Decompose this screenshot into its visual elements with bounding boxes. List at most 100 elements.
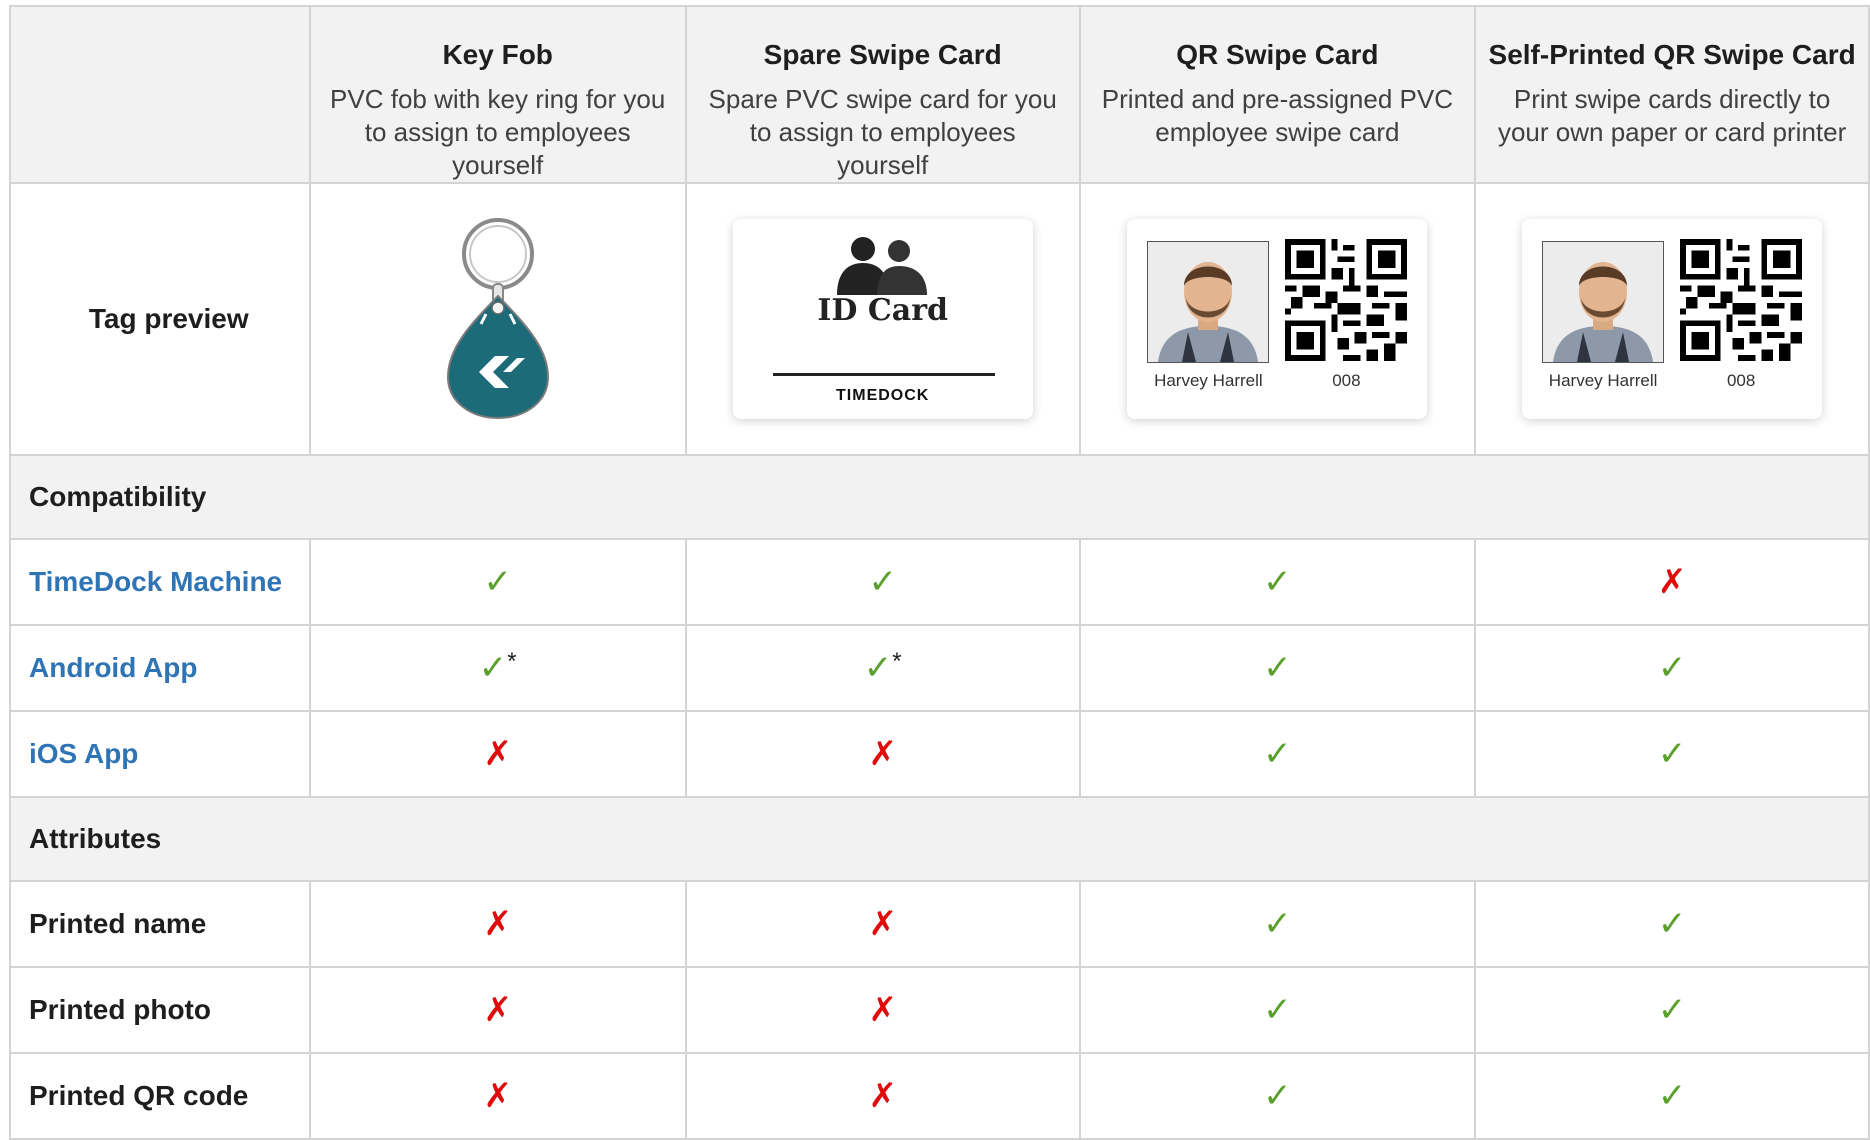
column-description: Printed and pre-assigned PVC employee sw… xyxy=(1101,84,1453,147)
column-qr-swipe-card: QR Swipe Card Printed and pre-assigned P… xyxy=(1078,5,1477,184)
check-icon: ✓ xyxy=(1263,991,1292,1029)
check-icon: ✓ xyxy=(1263,563,1292,601)
cell: ✗ xyxy=(684,1052,1081,1140)
qr-card-preview: Harvey Harrell 008 xyxy=(1078,182,1477,456)
self-printed-card-preview: Harvey Harrell 008 xyxy=(1474,182,1870,456)
key-fob-preview xyxy=(308,182,687,456)
check-icon: ✓ xyxy=(1657,991,1687,1029)
section-heading-attributes: Attributes xyxy=(9,796,1870,882)
link-ios-app[interactable]: iOS App xyxy=(9,710,311,798)
header-row: Key Fob PVC fob with key ring for you to… xyxy=(9,5,1870,184)
cross-icon: ✗ xyxy=(868,735,897,773)
column-title: Key Fob xyxy=(442,39,553,70)
cell: ✗ xyxy=(1474,538,1870,626)
cross-icon: ✗ xyxy=(483,905,512,943)
row-label-tag-preview: Tag preview xyxy=(9,182,311,456)
cross-icon: ✗ xyxy=(483,991,512,1029)
link-android-app[interactable]: Android App xyxy=(9,624,311,712)
compat-row-timedock-machine: TimeDock Machine ✓ ✓ ✓ ✗ xyxy=(9,538,1870,626)
check-icon: ✓ xyxy=(868,563,897,601)
timedock-logo: TIMEDOCK xyxy=(836,387,930,404)
card-employee-number: 008 xyxy=(1726,371,1756,390)
check-icon: ✓ xyxy=(1657,905,1687,943)
link-timedock-machine[interactable]: TimeDock Machine xyxy=(9,538,311,626)
section-row-compatibility: Compatibility xyxy=(9,454,1870,540)
cell: ✗ xyxy=(684,966,1081,1054)
column-self-printed-qr-card: Self-Printed QR Swipe Card Print swipe c… xyxy=(1474,5,1870,184)
qr-code xyxy=(1285,239,1408,361)
cell: ✗ xyxy=(684,710,1081,798)
people-icon xyxy=(836,237,927,295)
header-corner xyxy=(9,5,311,184)
cross-icon: ✗ xyxy=(868,905,897,943)
column-description: PVC fob with key ring for you to assign … xyxy=(330,84,666,180)
comparison-table: Key Fob PVC fob with key ring for you to… xyxy=(9,5,1870,1140)
cross-icon: ✗ xyxy=(483,1077,512,1115)
id-card-image: ID Card TIMEDOCK xyxy=(732,219,1033,419)
check-icon: ✓ xyxy=(1263,905,1292,943)
card-employee-name: Harvey Harrell xyxy=(1154,371,1263,390)
cell: ✗ xyxy=(308,710,687,798)
cell: ✓ xyxy=(1474,710,1870,798)
cell: ✗ xyxy=(308,880,687,968)
cross-icon: ✗ xyxy=(1657,563,1687,601)
tag-preview-row: Tag preview ID Card TIMEDOCK Harvey Harr… xyxy=(9,182,1870,456)
check-icon: ✓ xyxy=(478,649,508,687)
signature-line xyxy=(772,373,995,376)
row-label-printed-photo: Printed photo xyxy=(9,966,311,1054)
cell: ✗ xyxy=(684,880,1081,968)
cell: ✗ xyxy=(308,966,687,1054)
check-icon: ✓ xyxy=(483,563,512,601)
check-icon: ✓ xyxy=(1657,1077,1687,1115)
section-row-attributes: Attributes xyxy=(9,796,1870,882)
key-fob-image xyxy=(446,217,549,419)
cell: ✓ xyxy=(1474,1052,1870,1140)
card-employee-name: Harvey Harrell xyxy=(1548,371,1658,390)
cell: ✓ xyxy=(1078,710,1477,798)
check-icon: ✓ xyxy=(1657,649,1687,687)
id-card-title: ID Card xyxy=(817,293,948,328)
row-label-printed-qr-code: Printed QR code xyxy=(9,1052,311,1140)
cell: ✓ xyxy=(1474,624,1870,712)
column-description: Spare PVC swipe card for you to assign t… xyxy=(708,84,1057,180)
check-icon: ✓ xyxy=(1657,735,1687,773)
cell: ✓ xyxy=(1078,624,1477,712)
column-title: Spare Swipe Card xyxy=(763,39,1002,70)
row-label-printed-name: Printed name xyxy=(9,880,311,968)
cell: ✓ xyxy=(1078,966,1477,1054)
attr-row-printed-name: Printed name ✗ ✗ ✓ ✓ xyxy=(9,880,1870,968)
column-title: QR Swipe Card xyxy=(1176,39,1379,70)
cell: ✓ xyxy=(308,538,687,626)
card-employee-number: 008 xyxy=(1332,371,1361,390)
check-icon: ✓ xyxy=(1263,1077,1292,1115)
cross-icon: ✗ xyxy=(483,735,512,773)
self-printed-card-image: Harvey Harrell 008 xyxy=(1522,219,1823,419)
qr-code xyxy=(1680,239,1803,361)
qr-card-image: Harvey Harrell 008 xyxy=(1127,219,1428,419)
cross-icon: ✗ xyxy=(868,991,897,1029)
attr-row-printed-qr-code: Printed QR code ✗ ✗ ✓ ✓ xyxy=(9,1052,1870,1140)
cross-icon: ✗ xyxy=(868,1077,897,1115)
column-key-fob: Key Fob PVC fob with key ring for you to… xyxy=(308,5,687,184)
attr-row-printed-photo: Printed photo ✗ ✗ ✓ ✓ xyxy=(9,966,1870,1054)
cell: ✓ xyxy=(1078,538,1477,626)
column-description: Print swipe cards directly to your own p… xyxy=(1497,84,1847,147)
check-icon: ✓ xyxy=(1263,735,1292,773)
spare-card-preview: ID Card TIMEDOCK xyxy=(684,182,1081,456)
footnote-asterisk: * xyxy=(507,648,517,675)
column-title: Self-Printed QR Swipe Card xyxy=(1488,39,1856,70)
cell: ✓* xyxy=(308,624,687,712)
employee-photo xyxy=(1542,241,1665,363)
cell: ✓ xyxy=(1078,880,1477,968)
cell: ✓* xyxy=(684,624,1081,712)
cell: ✓ xyxy=(1474,966,1870,1054)
footnote-asterisk: * xyxy=(892,648,902,675)
cell: ✓ xyxy=(1078,1052,1477,1140)
section-heading-compatibility: Compatibility xyxy=(9,454,1870,540)
employee-photo xyxy=(1147,241,1270,363)
cell: ✗ xyxy=(308,1052,687,1140)
column-spare-swipe-card: Spare Swipe Card Spare PVC swipe card fo… xyxy=(684,5,1081,184)
cell: ✓ xyxy=(1474,880,1870,968)
check-icon: ✓ xyxy=(1263,649,1292,687)
compat-row-android-app: Android App ✓* ✓* ✓ ✓ xyxy=(9,624,1870,712)
